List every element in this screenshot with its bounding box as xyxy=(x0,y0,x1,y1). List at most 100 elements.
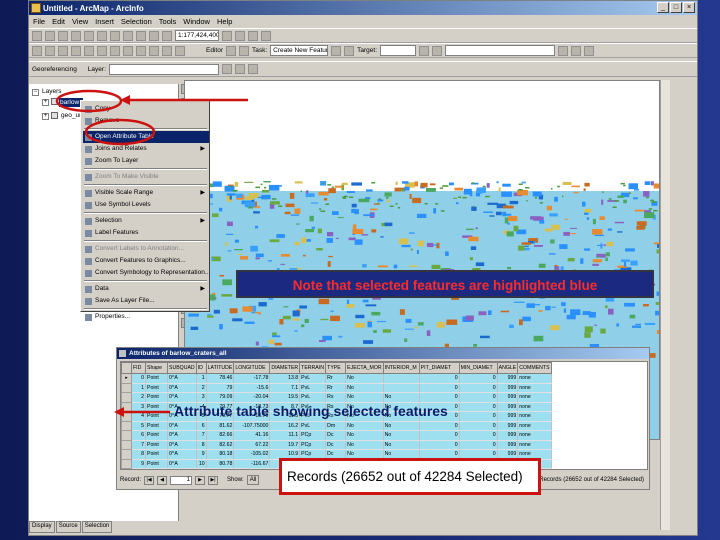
menu-edit[interactable]: Edit xyxy=(52,17,65,26)
menu-item-zoom-to-make-visible[interactable]: Zoom To Make Visible xyxy=(83,171,209,183)
menu-item-selection[interactable]: Selection ▶ xyxy=(83,215,209,227)
add-control-points-icon[interactable] xyxy=(247,64,258,74)
column-header[interactable]: FID xyxy=(131,362,146,374)
table-row[interactable]: 1 Point 0^A 2 79 -15.6 7.1 PvL Rr No 0 0 999 none xyxy=(121,382,553,393)
rotate-icon[interactable] xyxy=(344,45,355,56)
first-record-button[interactable]: |◀ xyxy=(144,475,155,485)
menu-item-convert-labels-to-annotation[interactable]: Convert Labels to Annotation... xyxy=(83,243,209,255)
editor-icon[interactable] xyxy=(222,30,232,41)
menu-item-visible-scale-range[interactable]: Visible Scale Range ▶ xyxy=(83,187,209,199)
table-row[interactable]: 2 Point 0^A 3 79.09 -20.04 19.5 PvL Rs No No 0 0 999 n… xyxy=(121,392,553,403)
column-header[interactable]: ANGLE xyxy=(496,362,519,374)
row-selector[interactable]: ▸ xyxy=(121,373,132,384)
column-header[interactable]: TERRAIN xyxy=(299,362,327,374)
menu-item-data[interactable]: Data ▶ xyxy=(83,283,209,295)
checkbox-layer1[interactable] xyxy=(51,98,58,105)
row-selector[interactable] xyxy=(121,449,132,460)
menu-item-joins-and-relates[interactable]: Joins and Relates ▶ xyxy=(83,143,209,155)
arctoolbox-icon[interactable] xyxy=(235,30,245,41)
help-icon[interactable] xyxy=(261,30,271,41)
sketch-tool-icon[interactable] xyxy=(238,45,249,56)
new-icon[interactable] xyxy=(32,30,42,41)
select-elements-icon[interactable] xyxy=(136,45,146,56)
close-button[interactable]: × xyxy=(683,2,695,13)
georeferencing-menu[interactable]: Georeferencing xyxy=(32,66,77,73)
menu-window[interactable]: Window xyxy=(183,17,210,26)
command-line-icon[interactable] xyxy=(248,30,258,41)
menu-item-open-attribute-table[interactable]: Open Attribute Table xyxy=(83,131,209,143)
task-combo[interactable]: Create New Feature xyxy=(270,45,329,56)
georef-layer-combo[interactable] xyxy=(108,63,219,75)
column-header[interactable]: INTERIOR_M xyxy=(382,362,420,374)
row-selector[interactable] xyxy=(121,401,132,412)
identify-icon[interactable] xyxy=(149,45,159,56)
tab-selection[interactable]: Selection xyxy=(81,521,113,533)
layer-geo-ur[interactable]: geo_ur xyxy=(61,112,81,119)
menu-item-save-as-layer-file[interactable]: Save As Layer File... xyxy=(83,295,209,307)
undo-icon[interactable] xyxy=(136,30,146,41)
column-header[interactable]: COMMENTS xyxy=(517,362,553,374)
edit-tool-icon[interactable] xyxy=(225,45,236,56)
column-header[interactable]: PIT_DIAMET xyxy=(418,362,460,374)
split-icon[interactable] xyxy=(331,45,342,56)
menu-selection[interactable]: Selection xyxy=(121,17,152,26)
layout-icon[interactable] xyxy=(584,45,595,56)
fixed-zoom-icon[interactable] xyxy=(84,45,94,56)
row-selector[interactable] xyxy=(121,411,132,422)
next-record-button[interactable]: ▶ xyxy=(195,475,206,485)
cut-icon[interactable] xyxy=(84,30,94,41)
menu-item-label-features[interactable]: Label Features xyxy=(83,227,209,239)
column-header[interactable]: LONGITUDE xyxy=(233,362,271,374)
attributes-icon[interactable] xyxy=(419,45,430,56)
previous-record-button[interactable]: ◀ xyxy=(157,475,168,485)
menu-item-copy[interactable]: Copy xyxy=(83,103,209,115)
find-icon[interactable] xyxy=(162,45,172,56)
rotate-georef-icon[interactable] xyxy=(221,64,232,74)
minimize-button[interactable]: _ xyxy=(657,2,669,13)
menu-item-properties[interactable]: Properties... xyxy=(83,311,209,323)
row-selector[interactable] xyxy=(121,420,132,431)
show-all-button[interactable]: All xyxy=(246,475,260,485)
table-row[interactable]: 5 Point 0^A 6 81.62 -107.75000 16.2 PvL Dm No No 0 0… xyxy=(121,420,553,431)
menu-help[interactable]: Help xyxy=(217,17,232,26)
menu-view[interactable]: View xyxy=(72,17,88,26)
column-header[interactable]: SUBQUAD xyxy=(167,362,197,374)
column-header[interactable]: TYPE xyxy=(325,362,347,374)
column-header[interactable]: EJECTA_MOR xyxy=(345,362,384,374)
snap-icon[interactable] xyxy=(571,45,582,56)
redo-icon[interactable] xyxy=(149,30,159,41)
print-icon[interactable] xyxy=(71,30,81,41)
row-selector[interactable] xyxy=(121,439,132,450)
last-record-button[interactable]: ▶| xyxy=(208,475,219,485)
checkbox-layer2[interactable] xyxy=(51,112,58,119)
layer-combo-right[interactable] xyxy=(445,45,556,56)
row-selector[interactable] xyxy=(121,430,132,441)
select-features-icon[interactable] xyxy=(123,45,133,56)
tab-display[interactable]: Display xyxy=(29,521,55,533)
measure-icon[interactable] xyxy=(175,45,185,56)
pan-icon[interactable] xyxy=(58,45,68,56)
editor-menu[interactable]: Editor xyxy=(206,47,223,54)
shift-georef-icon[interactable] xyxy=(234,64,245,74)
row-selector[interactable] xyxy=(121,468,132,469)
delete-icon[interactable] xyxy=(123,30,133,41)
column-header[interactable]: DIAMETER xyxy=(269,362,301,374)
expand-layers-icon[interactable]: − xyxy=(32,89,39,96)
copy-icon[interactable] xyxy=(97,30,107,41)
row-selector[interactable] xyxy=(121,392,132,403)
tab-source[interactable]: Source xyxy=(55,521,81,533)
topology-icon[interactable] xyxy=(558,45,569,56)
table-row[interactable]: ▸ 0 Point 0^A 1 78.46 -17.78 13.8 PvL Rr No 0 0 999 no… xyxy=(121,373,553,384)
record-number-input[interactable]: 1 xyxy=(170,475,193,485)
menu-tools[interactable]: Tools xyxy=(159,17,177,26)
row-selector[interactable] xyxy=(121,382,132,393)
menu-item-convert-symbology-to-representation[interactable]: Convert Symbology to Representation... xyxy=(83,267,210,279)
target-combo[interactable] xyxy=(380,45,417,56)
scale-combo[interactable]: 1:177,424,400 xyxy=(175,30,219,41)
layers-root[interactable]: Layers xyxy=(42,88,62,95)
full-extent-icon[interactable] xyxy=(71,45,81,56)
forward-icon[interactable] xyxy=(110,45,120,56)
column-header[interactable]: Shape xyxy=(145,362,168,374)
sketch-properties-icon[interactable] xyxy=(432,45,443,56)
paste-icon[interactable] xyxy=(110,30,120,41)
